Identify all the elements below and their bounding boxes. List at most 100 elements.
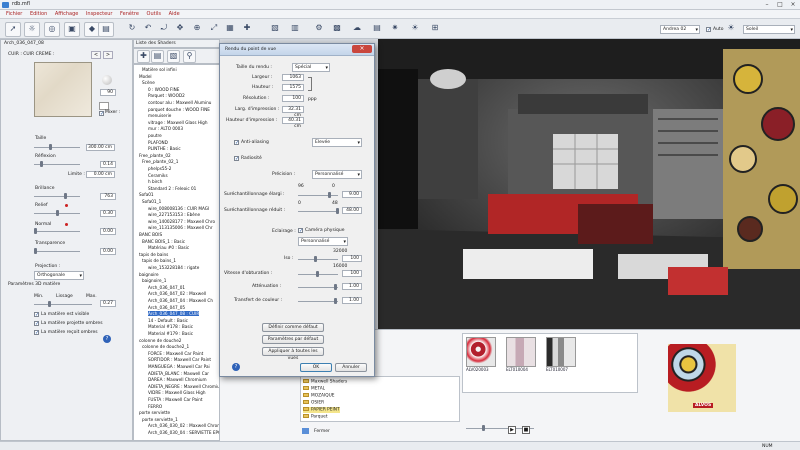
shader-picker-icon[interactable]: ▧ bbox=[167, 50, 180, 63]
resolution-input[interactable]: 100 bbox=[282, 95, 304, 102]
tree-row[interactable]: Arch_036_047_04 : Maxwell Ch bbox=[148, 298, 213, 303]
render-tool-icon[interactable]: ▣ bbox=[64, 22, 80, 37]
transfert-input[interactable]: 1.00 bbox=[342, 297, 362, 304]
taille-rendu-select[interactable]: Spécial ▾ bbox=[292, 63, 330, 72]
reflexion-slider[interactable] bbox=[34, 161, 80, 167]
undo-icon[interactable]: ↶ bbox=[141, 22, 155, 35]
thumbnail-alv020003[interactable] bbox=[466, 337, 496, 367]
tree-row[interactable]: porte serviette_1 bbox=[142, 417, 178, 422]
surech-reduit-input[interactable]: 48.00 bbox=[342, 207, 362, 214]
folder-item[interactable]: METAL bbox=[303, 386, 325, 392]
transparence-slider[interactable] bbox=[34, 248, 80, 254]
fit-icon[interactable]: ⤢ bbox=[207, 22, 221, 35]
surech-large-slider[interactable] bbox=[298, 192, 338, 198]
rotation-value[interactable]: 90 bbox=[100, 89, 116, 96]
tree-row[interactable]: Model bbox=[139, 74, 152, 79]
tree-row[interactable]: DAREA : Maxwell Chromium bbox=[148, 377, 207, 382]
tree-row[interactable]: Material #179 : Basic bbox=[148, 331, 193, 336]
material-preview[interactable] bbox=[34, 62, 92, 117]
play-icon[interactable]: ▶ bbox=[508, 426, 516, 434]
tree-row[interactable]: Arch_036_030_02 : Maxwell Chromium bbox=[148, 423, 219, 428]
camera-tool-icon[interactable]: ◎ bbox=[44, 22, 60, 37]
tree-row[interactable]: Matériau #0 : Basic bbox=[148, 245, 189, 250]
menu-edition[interactable]: Edition bbox=[30, 11, 47, 17]
tree-row[interactable]: contour alu : Maxwell Aluminu bbox=[148, 100, 211, 105]
tree-row[interactable]: colonne de douche2 bbox=[139, 338, 181, 343]
tree-row[interactable]: vitrage : Maxwell Glass High bbox=[148, 120, 208, 125]
eclairage-select[interactable]: Personnalisé ▾ bbox=[298, 237, 348, 246]
folder-item[interactable]: OSIER bbox=[303, 400, 324, 406]
taille-value[interactable]: 300.00 cm bbox=[86, 144, 115, 151]
tree-row[interactable]: wire_008008136 : CUIR MAGI bbox=[148, 206, 209, 211]
tree-row[interactable]: wire_227153153 : Ebène bbox=[148, 212, 200, 217]
larg-impression-input[interactable]: 32.31 cm bbox=[282, 106, 304, 118]
transfert-slider[interactable] bbox=[298, 298, 338, 304]
lissage-slider[interactable] bbox=[34, 301, 92, 307]
tree-row[interactable]: Arch_036_047_02 : Maxwell bbox=[148, 291, 206, 296]
largeur-input[interactable]: 1063 bbox=[282, 74, 304, 81]
select-tool-icon[interactable]: ➚ bbox=[5, 22, 21, 37]
maximize-icon[interactable]: □ bbox=[775, 1, 785, 8]
default-params-button[interactable]: Paramètres par défaut bbox=[262, 335, 324, 344]
taille-slider[interactable] bbox=[34, 144, 80, 150]
aspect-lock-icon[interactable] bbox=[308, 77, 312, 91]
tree-row[interactable]: Arch_036_047_05 bbox=[148, 305, 185, 310]
view-list-icon[interactable]: ▤ bbox=[151, 50, 164, 63]
minimize-icon[interactable]: – bbox=[762, 1, 772, 8]
cancel-button[interactable]: Annuler bbox=[335, 363, 367, 372]
projection-select[interactable]: Orthogonale ▾ bbox=[34, 271, 84, 280]
menu-fenetre[interactable]: Fenêtre bbox=[120, 11, 139, 17]
light-tool-icon[interactable]: ☼ bbox=[24, 22, 40, 37]
tree-row[interactable]: colonne de douche2_1 bbox=[142, 344, 189, 349]
next-material-button[interactable]: > bbox=[103, 51, 113, 59]
sky-icon[interactable]: ☁ bbox=[350, 22, 364, 35]
reflexion-value[interactable]: 0.14 bbox=[100, 161, 116, 168]
antialias-checkbox[interactable]: ✓ bbox=[234, 140, 239, 146]
network-icon[interactable]: ⊞ bbox=[428, 22, 442, 35]
tree-row[interactable]: phelps55-2 bbox=[148, 166, 171, 171]
tree-row[interactable]: FUSTA : Maxwell Car Paint bbox=[148, 397, 203, 402]
tree-row[interactable]: wire_113135006 : Maxwell Chr bbox=[148, 225, 213, 230]
menu-affichage[interactable]: Affichage bbox=[55, 11, 79, 17]
navigate-icon[interactable]: ↻ bbox=[125, 22, 139, 35]
tree-row[interactable]: baignoire bbox=[139, 272, 159, 277]
prev-material-button[interactable]: < bbox=[91, 51, 101, 59]
tree-row[interactable]: menuiserie bbox=[148, 113, 171, 118]
ok-button[interactable]: OK bbox=[300, 363, 332, 372]
photo-icon[interactable]: ▩ bbox=[330, 22, 344, 35]
antialias-select[interactable]: Elevée ▾ bbox=[312, 138, 362, 147]
radiosite-checkbox[interactable]: ✓ bbox=[234, 156, 239, 162]
close-icon[interactable]: × bbox=[788, 1, 798, 8]
dialog-close-icon[interactable]: × bbox=[352, 45, 372, 53]
menu-inspecteur[interactable]: Inspecteur bbox=[86, 11, 113, 17]
attenuation-input[interactable]: 1.00 bbox=[342, 283, 362, 290]
tree-row[interactable]: PLAFOND bbox=[148, 140, 168, 145]
tree-row[interactable]: mur : ALTO 0003 bbox=[148, 126, 183, 131]
menu-outils[interactable]: Outils bbox=[147, 11, 161, 17]
camera-icon[interactable]: ✚ bbox=[240, 22, 254, 35]
batch-icon[interactable]: ▥ bbox=[288, 22, 302, 35]
tree-row[interactable]: porte serviette bbox=[139, 410, 170, 415]
walk-icon[interactable]: ⤾ bbox=[157, 22, 171, 35]
folder-item[interactable]: MOZAIQUE bbox=[303, 393, 334, 399]
zoom-icon[interactable]: ⊕ bbox=[190, 22, 204, 35]
stop-icon[interactable]: ■ bbox=[522, 426, 530, 434]
precision-select[interactable]: Personnalisé ▾ bbox=[312, 170, 362, 179]
tree-row[interactable]: poutre bbox=[148, 133, 162, 138]
sun-position-icon[interactable]: ☀ bbox=[724, 22, 738, 35]
brillance-slider[interactable] bbox=[34, 193, 80, 199]
thumbnail-elt010007[interactable] bbox=[546, 337, 576, 367]
attenuation-slider[interactable] bbox=[298, 284, 338, 290]
tree-row[interactable]: tapis de bains_1 bbox=[142, 258, 176, 263]
tree-row[interactable]: Arch_036_030_04 : SERVIETTE EPONGE3 bbox=[148, 430, 219, 435]
help-icon[interactable]: ? bbox=[103, 335, 111, 343]
search-shader-icon[interactable]: ⚲ bbox=[183, 50, 196, 63]
tree-row[interactable]: Arch_036_047_01 bbox=[148, 285, 185, 290]
relief-slider[interactable] bbox=[34, 210, 80, 216]
tree-row[interactable]: 14 - Default : Basic bbox=[148, 318, 188, 323]
settings-tool-icon[interactable]: ▤ bbox=[98, 22, 114, 37]
render-preview-icon[interactable]: ▧ bbox=[268, 22, 282, 35]
tree-row[interactable]: Scène bbox=[142, 80, 155, 85]
normal-slider[interactable] bbox=[34, 228, 80, 234]
haut-impression-input[interactable]: 40.31 cm bbox=[282, 117, 304, 129]
